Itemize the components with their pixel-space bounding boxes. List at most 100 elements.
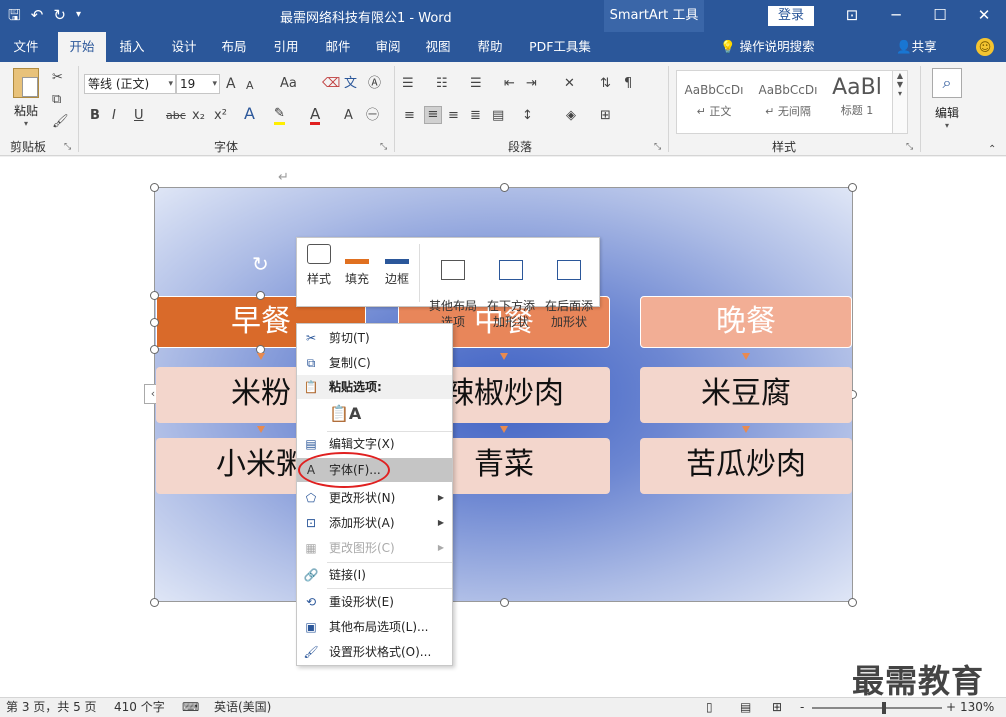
resize-handle[interactable] bbox=[150, 598, 159, 607]
resize-handle[interactable] bbox=[150, 183, 159, 192]
minimize-icon[interactable]: ─ bbox=[874, 0, 918, 32]
grow-font-icon[interactable]: A bbox=[226, 76, 236, 92]
justify-icon[interactable]: ≣ bbox=[470, 108, 481, 124]
menu-item-change-graphic[interactable]: ▦ 更改图形(C) ▶ bbox=[297, 536, 452, 560]
shape-style-button[interactable]: 样式 bbox=[303, 244, 335, 287]
shrink-font-icon[interactable]: A bbox=[246, 78, 254, 94]
maximize-icon[interactable]: ☐ bbox=[918, 0, 962, 32]
increase-indent-icon[interactable]: ⇥ bbox=[526, 76, 537, 92]
menu-item-edit-text[interactable]: ▤ 编辑文字(X) bbox=[297, 432, 452, 456]
align-center-icon[interactable]: ≡ bbox=[424, 106, 442, 124]
tab-pdf-tools[interactable]: PDF工具集 bbox=[520, 32, 600, 62]
page-count[interactable]: 第 3 页，共 5 页 bbox=[6, 698, 97, 717]
customize-icon[interactable]: ▾ bbox=[76, 5, 81, 25]
resize-handle[interactable] bbox=[848, 598, 857, 607]
resize-handle[interactable] bbox=[500, 598, 509, 607]
strikethrough-icon[interactable]: abc bbox=[166, 108, 186, 124]
resize-handle[interactable] bbox=[848, 183, 857, 192]
format-painter-icon[interactable]: 🖌 bbox=[52, 114, 69, 130]
add-shape-below-button[interactable]: 在下方添 加形状 bbox=[483, 244, 539, 346]
zoom-slider[interactable] bbox=[812, 707, 942, 709]
tab-help[interactable]: 帮助 bbox=[468, 32, 512, 62]
editing-button[interactable]: ⌕ 编辑 ▾ bbox=[928, 68, 966, 132]
numbering-icon[interactable]: ☷ bbox=[436, 76, 448, 92]
paragraph-launcher-icon[interactable]: ⤡ bbox=[654, 142, 661, 152]
menu-item-format-shape[interactable]: 🖌 设置形状格式(O)... bbox=[297, 640, 452, 664]
highlight-icon[interactable]: ✎ bbox=[274, 106, 285, 125]
styles-launcher-icon[interactable]: ⤡ bbox=[906, 142, 913, 152]
tell-me-search[interactable]: 💡 操作说明搜索 bbox=[720, 32, 815, 62]
subscript-icon[interactable]: x₂ bbox=[192, 108, 205, 124]
font-color-icon[interactable]: A bbox=[310, 106, 321, 125]
align-left-icon[interactable]: ≡ bbox=[404, 108, 415, 124]
resize-handle[interactable] bbox=[500, 183, 509, 192]
align-right-icon[interactable]: ≡ bbox=[448, 108, 459, 124]
style-normal[interactable]: AaBbCcDı ↵ 正文 bbox=[679, 73, 749, 131]
clear-format-icon[interactable]: ⌫ bbox=[322, 76, 340, 92]
phonetic-guide-icon[interactable]: 文 bbox=[344, 76, 357, 92]
bold-icon[interactable]: B bbox=[90, 108, 100, 124]
tab-layout[interactable]: 布局 bbox=[212, 32, 256, 62]
menu-item-reset-shape[interactable]: ⟲ 重设形状(E) bbox=[297, 590, 452, 614]
styles-scroll[interactable]: ▲ ▼ ▾ bbox=[892, 70, 908, 134]
save-icon[interactable]: 🖫 bbox=[8, 5, 21, 25]
italic-icon[interactable]: I bbox=[112, 108, 116, 124]
smartart-head-dinner[interactable]: 晚餐 bbox=[640, 296, 852, 348]
word-count[interactable]: 410 个字 bbox=[114, 698, 165, 717]
bullets-icon[interactable]: ☰ bbox=[402, 76, 414, 92]
close-icon[interactable]: ✕ bbox=[962, 0, 1006, 32]
menu-item-add-shape[interactable]: ⊡ 添加形状(A) ▶ bbox=[297, 511, 452, 535]
char-shading-icon[interactable]: A bbox=[344, 108, 353, 124]
font-name-combo[interactable]: 等线 (正文) ▾ bbox=[84, 74, 176, 94]
shape-handle[interactable] bbox=[256, 291, 265, 300]
feedback-smiley-icon[interactable]: ☺ bbox=[976, 38, 994, 56]
web-layout-icon[interactable]: ⊞ bbox=[772, 698, 782, 717]
clipboard-launcher-icon[interactable]: ⤡ bbox=[64, 142, 71, 152]
superscript-icon[interactable]: x² bbox=[214, 108, 227, 124]
change-case-icon[interactable]: Aa bbox=[280, 76, 297, 92]
zoom-slider-thumb[interactable] bbox=[882, 702, 886, 714]
add-shape-after-button[interactable]: 在后面添 加形状 bbox=[541, 244, 597, 346]
share-button[interactable]: 👤共享 bbox=[896, 32, 937, 62]
multilevel-list-icon[interactable]: ☰ bbox=[470, 76, 482, 92]
menu-item-layout-options[interactable]: ▣ 其他布局选项(L)... bbox=[297, 615, 452, 639]
undo-icon[interactable]: ↶ bbox=[31, 5, 44, 25]
proofing-icon[interactable]: ⌨ bbox=[182, 698, 199, 717]
zoom-out-button[interactable]: - bbox=[800, 698, 804, 717]
sort-icon[interactable]: ⇅ bbox=[600, 76, 611, 92]
decrease-indent-icon[interactable]: ⇤ bbox=[504, 76, 515, 92]
smartart-item[interactable]: 米豆腐 bbox=[640, 367, 852, 423]
menu-item-change-shape[interactable]: ⬠ 更改形状(N) ▶ bbox=[297, 486, 452, 510]
menu-item-link[interactable]: 🔗 链接(I) bbox=[297, 563, 452, 587]
cut-icon[interactable]: ✂ bbox=[52, 70, 63, 86]
shape-handle[interactable] bbox=[150, 345, 159, 354]
menu-item-cut[interactable]: ✂ 剪切(T) bbox=[297, 326, 452, 350]
enclose-char-icon[interactable]: ㊀ bbox=[366, 108, 379, 124]
shape-outline-button[interactable]: 边框 bbox=[381, 244, 413, 287]
smartart-item[interactable]: 苦瓜炒肉 bbox=[640, 438, 852, 494]
redo-icon[interactable]: ↻ bbox=[53, 5, 66, 25]
paste-button[interactable]: 粘贴 ▾ bbox=[8, 68, 44, 132]
borders-icon[interactable]: ⊞ bbox=[600, 108, 611, 124]
copy-icon[interactable]: ⧉ bbox=[52, 92, 61, 108]
shape-fill-button[interactable]: 填充 bbox=[341, 244, 373, 287]
tab-references[interactable]: 引用 bbox=[264, 32, 308, 62]
shading-icon[interactable]: ◈ bbox=[566, 108, 576, 124]
tab-view[interactable]: 视图 bbox=[416, 32, 460, 62]
language-indicator[interactable]: 英语(美国) bbox=[214, 698, 271, 717]
collapse-ribbon-icon[interactable]: ⌃ bbox=[988, 142, 996, 158]
underline-icon[interactable]: U bbox=[134, 108, 144, 124]
tab-design[interactable]: 设计 bbox=[162, 32, 206, 62]
font-size-combo[interactable]: 19 ▾ bbox=[176, 74, 220, 94]
menu-item-paste-text-only[interactable]: 📋A bbox=[297, 402, 452, 430]
font-launcher-icon[interactable]: ⤡ bbox=[380, 142, 387, 152]
style-heading-1[interactable]: AaBl 标题 1 bbox=[827, 73, 887, 131]
chinese-layout-icon[interactable]: ✕ bbox=[564, 76, 575, 92]
print-layout-icon[interactable]: ▤ bbox=[740, 698, 751, 717]
line-spacing-icon[interactable]: ↕ bbox=[522, 108, 533, 124]
read-mode-icon[interactable]: ▯ bbox=[706, 698, 713, 717]
show-marks-icon[interactable]: ¶ bbox=[624, 76, 632, 92]
rotate-handle-icon[interactable]: ↻ bbox=[252, 252, 269, 276]
login-button[interactable]: 登录 bbox=[768, 6, 814, 26]
ribbon-display-icon[interactable]: ⊡ bbox=[830, 0, 874, 32]
